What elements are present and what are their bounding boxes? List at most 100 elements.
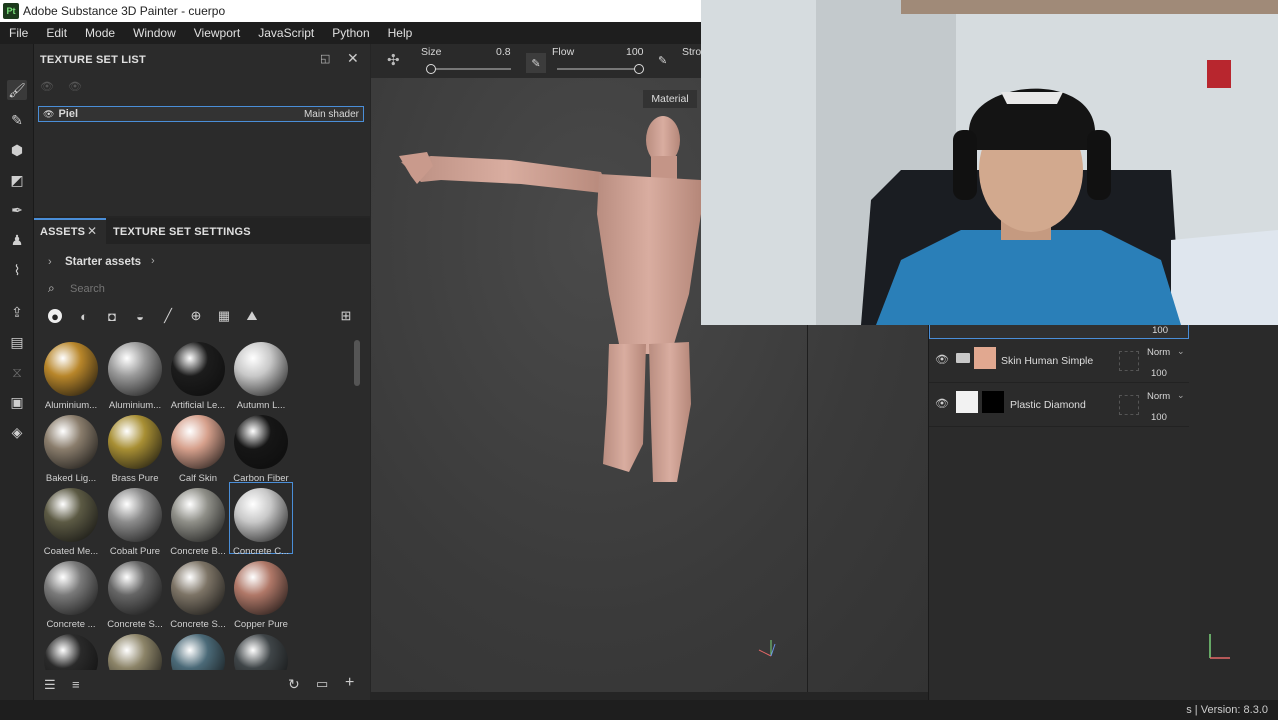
texture-set-row[interactable]: 👁 Piel Main shader <box>38 106 364 122</box>
eye-icon[interactable]: 👁 <box>935 397 949 410</box>
camera-icon[interactable]: ▣ <box>7 392 27 412</box>
material-thumbnail[interactable] <box>234 561 288 615</box>
filter-smart-materials-icon[interactable]: ◐ <box>76 308 92 324</box>
size-slider[interactable] <box>429 68 511 70</box>
material-thumbnail[interactable] <box>44 488 98 542</box>
selected-layer-row[interactable]: 100 <box>929 325 1189 339</box>
import-folder-icon[interactable]: ▭ <box>316 676 328 692</box>
menu-python[interactable]: Python <box>323 26 378 40</box>
display-settings-icon[interactable]: ⧖ <box>7 362 27 382</box>
tab-texture-set-settings[interactable]: TEXTURE SET SETTINGS <box>113 226 251 238</box>
material-thumbnail[interactable] <box>171 634 225 670</box>
chevron-right-icon-2[interactable]: › <box>151 255 155 267</box>
close-tab-icon[interactable]: ✕ <box>87 224 97 238</box>
flow-slider[interactable] <box>557 68 639 70</box>
menu-viewport[interactable]: Viewport <box>185 26 249 40</box>
material-thumbnail[interactable] <box>171 561 225 615</box>
list-filter-icon[interactable]: ≡ <box>72 677 80 692</box>
chevron-right-icon[interactable]: › <box>48 256 52 268</box>
blend-mode[interactable]: Norm <box>1147 391 1170 402</box>
axis-gizmo-icon <box>1209 634 1230 659</box>
visibility-alt-icon[interactable]: 👁 <box>68 80 82 93</box>
material-thumbnail[interactable] <box>108 415 162 469</box>
chevron-down-icon[interactable]: ⌄ <box>1177 346 1185 357</box>
filter-masks-icon[interactable]: ◘ <box>104 308 120 324</box>
blend-mode[interactable]: Norm <box>1147 347 1170 358</box>
color-picker-icon[interactable]: ⌇ <box>7 260 27 280</box>
material-thumbnail[interactable] <box>171 488 225 542</box>
grid-view-icon[interactable]: ⊞ <box>338 308 354 324</box>
refresh-icon[interactable]: ↻ <box>288 676 300 693</box>
layer-opacity[interactable]: 100 <box>1152 325 1168 336</box>
float-panel-icon[interactable]: ◱ <box>320 52 330 65</box>
bake-icon[interactable]: ▤ <box>7 332 27 352</box>
polygon-fill-icon[interactable]: ◩ <box>7 170 27 190</box>
material-thumbnail[interactable] <box>234 634 288 670</box>
pressure-flow-icon[interactable]: ✎ <box>658 54 667 67</box>
menu-edit[interactable]: Edit <box>37 26 76 40</box>
menu-mode[interactable]: Mode <box>76 26 124 40</box>
material-thumbnail[interactable] <box>234 342 288 396</box>
filter-smart-masks-icon[interactable]: ◒ <box>132 308 148 324</box>
filter-environments-icon[interactable]: ⛰ <box>244 308 260 324</box>
smudge-icon[interactable]: ✒ <box>7 200 27 220</box>
material-thumbnail[interactable] <box>108 488 162 542</box>
layer-row[interactable]: 👁 Skin Human Simple Norm ⌄ 100 <box>929 339 1189 383</box>
paint-brush-icon[interactable]: 🖌 <box>7 80 27 100</box>
chevron-down-icon[interactable]: ⌄ <box>1177 390 1185 401</box>
sort-icon[interactable]: ☰ <box>44 677 56 693</box>
window-title: Adobe Substance 3D Painter - cuerpo <box>23 4 226 18</box>
menu-window[interactable]: Window <box>124 26 185 40</box>
mask-slot[interactable] <box>1119 351 1139 371</box>
export-icon[interactable]: ⇪ <box>7 302 27 322</box>
layer-name[interactable]: Plastic Diamond <box>1010 399 1086 411</box>
mask-slot[interactable] <box>1119 395 1139 415</box>
symmetry-icon[interactable]: ✣ <box>387 51 400 69</box>
eraser-icon[interactable]: ✎ <box>7 110 27 130</box>
shelf-icon[interactable]: ◈ <box>7 422 27 442</box>
layer-opacity[interactable]: 100 <box>1151 368 1167 379</box>
menu-help[interactable]: Help <box>379 26 422 40</box>
search-input[interactable] <box>70 281 350 297</box>
eye-icon[interactable]: 👁 <box>43 109 54 120</box>
projection-icon[interactable]: ⬢ <box>7 140 27 160</box>
layer-row[interactable]: 👁 Plastic Diamond Norm ⌄ 100 <box>929 383 1189 427</box>
material-thumbnail[interactable] <box>108 342 162 396</box>
material-thumbnail[interactable] <box>44 634 98 670</box>
material-thumbnail[interactable] <box>171 342 225 396</box>
material-thumbnail[interactable] <box>108 634 162 670</box>
material-thumbnail[interactable] <box>171 415 225 469</box>
breadcrumb[interactable]: Starter assets <box>65 256 141 268</box>
size-slider-knob[interactable] <box>425 64 436 74</box>
filter-brushes-icon[interactable]: ╱ <box>160 308 176 324</box>
visibility-icon[interactable]: 👁 <box>40 80 54 93</box>
filter-materials-icon[interactable]: ● <box>48 309 62 324</box>
material-thumbnail[interactable] <box>108 561 162 615</box>
filter-alphas-icon[interactable]: ▦ <box>216 308 232 324</box>
close-icon[interactable]: ✕ <box>347 50 359 67</box>
menu-file[interactable]: File <box>0 26 37 40</box>
flow-slider-knob[interactable] <box>634 64 644 74</box>
eye-icon[interactable]: 👁 <box>935 353 949 366</box>
size-value[interactable]: 0.8 <box>496 46 511 58</box>
add-icon[interactable]: + <box>345 674 354 692</box>
material-thumbnail[interactable] <box>44 415 98 469</box>
scrollbar-thumb[interactable] <box>354 340 360 386</box>
clone-stamp-icon[interactable]: ♟ <box>7 230 27 250</box>
layer-opacity[interactable]: 100 <box>1151 412 1167 423</box>
material-thumbnail[interactable] <box>234 415 288 469</box>
stroke-label: Stro <box>682 46 702 58</box>
shader-name[interactable]: Main shader <box>304 109 359 120</box>
menu-javascript[interactable]: JavaScript <box>249 26 323 40</box>
assets-tab-bar: ASSETS ✕ TEXTURE SET SETTINGS <box>34 218 370 244</box>
texture-set-name: Piel <box>58 108 79 120</box>
layer-name[interactable]: Skin Human Simple <box>1001 355 1093 367</box>
material-thumbnail[interactable] <box>44 342 98 396</box>
flow-value[interactable]: 100 <box>626 46 644 58</box>
filter-textures-icon[interactable]: ⊕ <box>188 308 204 324</box>
properties-viewport[interactable] <box>1190 325 1278 700</box>
pressure-size-icon[interactable]: ✎ <box>526 53 546 73</box>
material-thumbnail[interactable] <box>44 561 98 615</box>
assets-panel: ASSETS ✕ TEXTURE SET SETTINGS › Starter … <box>34 218 370 700</box>
material-mode-badge[interactable]: Material <box>643 90 697 108</box>
